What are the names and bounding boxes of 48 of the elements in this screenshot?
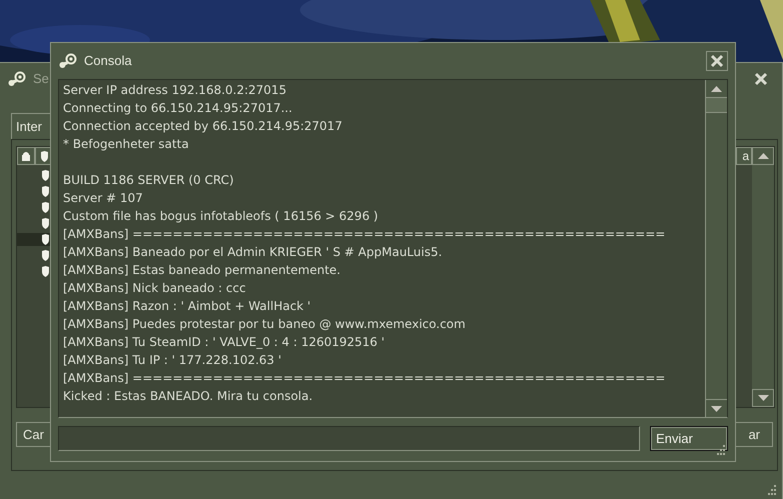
column-header[interactable]: a: [736, 147, 752, 165]
close-icon: [710, 54, 724, 68]
resize-grip-icon[interactable]: [715, 445, 725, 455]
shield-icon: [41, 250, 50, 261]
console-line: [AMXBans] Tu SteamID : ' VALVE_0 : 4 : 1260192516 ': [63, 334, 385, 351]
console-line: Connecting to 66.150.214.95:27017...: [63, 100, 292, 117]
shield-icon: [41, 234, 50, 245]
scrollbar[interactable]: [752, 147, 774, 407]
command-input-field[interactable]: [58, 426, 640, 451]
down-arrow-icon: [758, 395, 768, 401]
up-arrow-icon: [711, 86, 722, 92]
send-button[interactable]: Enviar: [650, 426, 728, 451]
console-line: * Befogenheter satta: [63, 136, 189, 153]
window-title: Se: [33, 70, 49, 88]
console-line: BUILD 1186 SERVER (0 CRC): [63, 172, 234, 189]
console-line: Server # 107: [63, 190, 143, 207]
shield-icon: [41, 266, 50, 277]
console-line: [AMXBans] Nick baneado : ccc: [63, 280, 246, 297]
column-header[interactable]: [17, 147, 35, 165]
shield-icon: [41, 170, 50, 181]
console-line: [AMXBans] Tu IP : ' 177.228.102.63 ': [63, 352, 282, 369]
console-line: Custom file has bogus infotableofs ( 16156 > 6296 ): [63, 208, 378, 225]
console-line: [AMXBans] =====================================================: [63, 370, 666, 387]
lock-icon: [21, 151, 31, 161]
steam-logo-icon: [7, 71, 27, 87]
console-line: [AMXBans] Estas baneado permanentemente.: [63, 262, 340, 279]
close-icon: [754, 72, 768, 86]
console-line: Connection accepted by 66.150.214.95:27017: [63, 118, 342, 135]
scrollbar[interactable]: [705, 80, 727, 417]
shield-icon: [41, 218, 50, 229]
console-line: [AMXBans] Puedes protestar por tu baneo @ www.mxemexico.com: [63, 316, 466, 333]
scrollbar-thumb[interactable]: [706, 98, 727, 113]
server-row[interactable]: [17, 233, 50, 246]
shield-icon: [41, 186, 50, 197]
console-line: [AMXBans] Razon : ' Aimbot + WallHack ': [63, 298, 311, 315]
console-line: [AMXBans] =====================================================: [63, 226, 666, 243]
down-arrow-icon: [711, 406, 722, 412]
close-button[interactable]: [706, 51, 728, 71]
up-arrow-icon: [758, 153, 768, 159]
window-title: Consola: [84, 52, 132, 70]
console-line: Server IP address 192.168.0.2:27015: [63, 82, 286, 99]
console-line: [AMXBans] Baneado por el Admin KRIEGER ' S # AppMauLuis5.: [63, 244, 442, 261]
close-button[interactable]: [752, 70, 770, 88]
shield-icon: [41, 202, 50, 213]
steam-logo-icon: [58, 53, 78, 69]
resize-grip-icon[interactable]: [766, 485, 776, 495]
console-line: Kicked : Estas BANEADO. Mira tu consola.: [63, 388, 313, 405]
shield-icon: [40, 150, 48, 162]
